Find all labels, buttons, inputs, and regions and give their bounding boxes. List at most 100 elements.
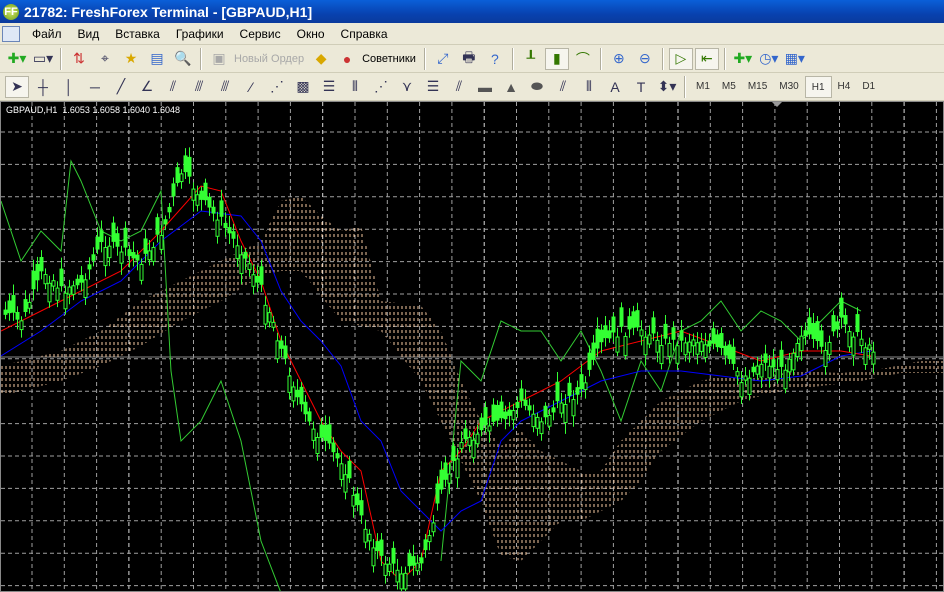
menu-window[interactable]: Окно	[289, 27, 333, 41]
candle-body	[247, 263, 252, 270]
candle-body	[563, 403, 568, 423]
fibo-retracement-icon[interactable]: ☰	[317, 76, 341, 98]
print-icon[interactable]: 🖶	[457, 48, 481, 70]
arrows-icon[interactable]: ⬍▾	[655, 76, 679, 98]
candle-body	[783, 369, 788, 390]
ellipse-icon[interactable]: ⬬	[525, 76, 549, 98]
experts-button[interactable]: Советники	[362, 53, 416, 65]
candle-body	[307, 411, 312, 422]
new-order-button[interactable]: Новый Ордер	[234, 53, 304, 65]
candle-body	[847, 331, 852, 348]
candle-body	[743, 375, 748, 381]
title-bar: FF 21782: FreshForex Terminal - [GBPAUD,…	[0, 0, 944, 23]
std-deviation-channel-icon[interactable]: ⫻	[187, 76, 211, 98]
candle-body	[703, 344, 708, 358]
candle-body	[387, 563, 392, 572]
menu-file[interactable]: Файл	[24, 27, 70, 41]
market-watch-icon[interactable]: ⇅	[67, 48, 91, 70]
candle-body	[419, 557, 424, 564]
cycle-lines-icon[interactable]: ⦀	[577, 76, 601, 98]
data-window-icon[interactable]: ⌖	[93, 48, 117, 70]
vertical-line-icon[interactable]: │	[57, 76, 81, 98]
candle-body	[159, 234, 164, 250]
timeframe-h1[interactable]: H1	[804, 75, 832, 98]
fibo-expansion-icon[interactable]: ☰	[421, 76, 445, 98]
timeframe-h4[interactable]: H4	[832, 76, 857, 98]
bar-chart-icon[interactable]: ┸	[519, 48, 543, 70]
line-chart-icon[interactable]: ⌒	[571, 48, 595, 70]
fibo-fan-icon[interactable]: ⋰	[369, 76, 393, 98]
experts-icon[interactable]: ●	[335, 48, 359, 70]
horizontal-line-icon[interactable]: ─	[83, 76, 107, 98]
zoom-out-icon[interactable]: ⊖	[633, 48, 657, 70]
timeframe-m30[interactable]: M30	[773, 76, 804, 98]
timeframe-m1[interactable]: M1	[690, 76, 716, 98]
candle-body	[835, 321, 840, 330]
separator	[60, 47, 62, 70]
chart-shift-icon[interactable]: ⇤	[694, 47, 719, 70]
price-chart[interactable]: GBPAUD,H1 1.6053 1.6058 1.6040 1.6048	[0, 101, 944, 592]
chart-shift-marker[interactable]	[772, 102, 782, 107]
gann-grid-icon[interactable]: ▩	[291, 76, 315, 98]
menu-insert[interactable]: Вставка	[107, 27, 168, 41]
templates-icon[interactable]: ▦▾	[783, 48, 807, 70]
candle-body	[363, 528, 368, 543]
candle-body	[607, 330, 612, 339]
candle-body	[183, 155, 188, 173]
andrews-pitchfork-icon[interactable]: ⫽	[551, 76, 575, 98]
navigator-icon[interactable]: ★	[119, 48, 143, 70]
terminal-icon[interactable]: ▤	[145, 48, 169, 70]
candle-body	[203, 182, 208, 201]
profiles-icon[interactable]: ▭▾	[31, 48, 55, 70]
periods-icon[interactable]: ◷▾	[757, 48, 781, 70]
candle-body	[67, 286, 72, 295]
rectangle-icon[interactable]: ▬	[473, 76, 497, 98]
trendline-icon[interactable]: ╱	[109, 76, 133, 98]
gann-line-icon[interactable]: ⁄	[239, 76, 263, 98]
help-icon[interactable]: ?	[483, 48, 507, 70]
candle-body	[379, 539, 384, 556]
channel-icon[interactable]: ⫽	[161, 76, 185, 98]
fibo-channel-icon[interactable]: ⫽	[447, 76, 471, 98]
indicators-icon[interactable]: ✚▾	[731, 48, 755, 70]
candle-body	[95, 236, 100, 250]
fullscreen-icon[interactable]: ⤢	[431, 48, 455, 70]
cursor-icon[interactable]: ➤	[5, 75, 29, 98]
menu-help[interactable]: Справка	[333, 27, 396, 41]
zoom-in-icon[interactable]: ⊕	[607, 48, 631, 70]
candlestick-chart-icon[interactable]: ▮	[544, 47, 569, 70]
warning-icon[interactable]: ◆	[309, 48, 333, 70]
timeframe-m15[interactable]: M15	[742, 76, 773, 98]
new-order-icon[interactable]: ▣	[207, 48, 231, 70]
gann-fan-icon[interactable]: ⋰	[265, 76, 289, 98]
menu-view[interactable]: Вид	[70, 27, 108, 41]
candle-body	[71, 285, 76, 295]
candle-body	[115, 233, 120, 247]
menu-charts[interactable]: Графики	[168, 27, 232, 41]
candle-body	[695, 342, 700, 355]
candle-body	[255, 275, 260, 283]
autoscroll-icon[interactable]: ▷	[668, 47, 693, 70]
chart-window-icon[interactable]	[2, 25, 20, 42]
menu-tools[interactable]: Сервис	[232, 27, 289, 41]
text-label-icon[interactable]: T	[629, 76, 653, 98]
window-title: 21782: FreshForex Terminal - [GBPAUD,H1]	[24, 3, 313, 20]
candle-body	[787, 358, 792, 373]
chart-high: 1.6058	[92, 105, 120, 115]
triangle-icon[interactable]: ▲	[499, 76, 523, 98]
candle-body	[395, 569, 400, 583]
regression-channel-icon[interactable]: ⫻	[213, 76, 237, 98]
menu-bar: Файл Вид Вставка Графики Сервис Окно Спр…	[0, 23, 944, 45]
candle-body	[263, 304, 268, 325]
fibo-arcs-icon[interactable]: ⋎	[395, 76, 419, 98]
timeframe-d1[interactable]: D1	[856, 76, 881, 98]
timeframe-m5[interactable]: M5	[716, 76, 742, 98]
angle-trendline-icon[interactable]: ∠	[135, 76, 159, 98]
chart-low: 1.6040	[122, 105, 150, 115]
text-icon[interactable]: A	[603, 76, 627, 98]
candle-body	[287, 375, 292, 393]
crosshair-icon[interactable]: ┼	[31, 76, 55, 98]
fibo-timezones-icon[interactable]: ⦀	[343, 76, 367, 98]
strategy-tester-icon[interactable]: 🔍	[171, 48, 195, 70]
new-chart-icon[interactable]: ✚▾	[5, 48, 29, 70]
